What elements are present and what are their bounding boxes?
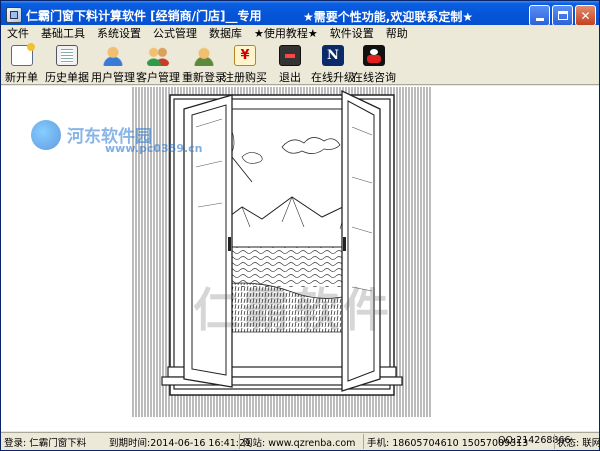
status-separator [554,434,555,449]
minimize-icon [535,18,544,21]
menu-system-settings[interactable]: 系统设置 [91,25,147,41]
new-order-label: 新开单 [5,71,38,84]
online-upgrade-icon: N [322,45,344,66]
online-consult-label: 在线咨询 [352,71,396,84]
menu-tutorial[interactable]: ★使用教程★ [248,25,324,41]
window-slogan: ★需要个性功能,欢迎联系定制★ [303,10,474,24]
qq-penguin-icon [363,45,385,66]
relogin-button[interactable]: 重新登录 [182,41,226,85]
client-management-label: 客户管理 [136,71,180,84]
register-coupon-icon: ¥ [234,45,256,66]
menu-database[interactable]: 数据库 [203,25,248,41]
online-consult-button[interactable]: 在线咨询 [352,41,396,85]
menu-help[interactable]: 帮助 [380,25,414,41]
toolbar: 新开单 历史单据 用户管理 客户管理 重新登录 ¥ 注册购买 退出 N 在线升级 [1,41,599,85]
status-expire: 到期时间:2014-06-16 16:41:21 [109,438,252,449]
new-document-icon [10,43,35,66]
window-title: 仁霸门窗下料计算软件 [经销商/门店]__专用 [26,8,262,23]
status-separator [239,434,240,449]
document-list-icon [56,45,78,66]
users-group-icon [147,45,169,66]
app-window-icon[interactable] [6,7,22,23]
site-logo-icon [31,120,61,150]
relogin-label: 重新登录 [182,71,226,84]
menu-formula[interactable]: 公式管理 [147,25,203,41]
maximize-icon [557,11,568,20]
register-button[interactable]: ¥ 注册购买 [223,41,267,85]
site-watermark: 河东软件园 www.pc0359.cn [31,120,231,160]
minimize-button[interactable] [529,5,550,26]
exit-device-icon [279,45,301,66]
user-icon [102,45,124,66]
history-label: 历史单据 [45,71,89,84]
menu-file[interactable]: 文件 [1,25,35,41]
user-management-label: 用户管理 [91,71,135,84]
client-management-button[interactable]: 客户管理 [136,41,180,85]
online-upgrade-label: 在线升级 [311,71,355,84]
status-state: 状态: 联网 [557,438,600,449]
menu-tools[interactable]: 基础工具 [35,25,91,41]
main-content: 仁霸软件 河东软件园 www.pc0359.cn [1,86,599,431]
status-bar: 登录: 仁霸门窗下料 到期时间:2014-06-16 16:41:21 网站: … [1,432,600,450]
user-login-icon [193,45,215,66]
art-watermark: 仁霸软件 [193,283,393,337]
new-order-button[interactable]: 新开单 [5,41,38,85]
exit-button[interactable]: 退出 [279,41,301,85]
exit-label: 退出 [279,71,301,84]
online-upgrade-button[interactable]: N 在线升级 [311,41,355,85]
close-button[interactable]: ✕ [575,5,596,26]
status-website: 网站: www.qzrenba.com [243,438,356,449]
app-window: 仁霸门窗下料计算软件 [经销商/门店]__专用 ★需要个性功能,欢迎联系定制★ … [0,0,600,451]
history-button[interactable]: 历史单据 [45,41,89,85]
close-icon: ✕ [580,8,591,23]
site-watermark-url: www.pc0359.cn [105,142,203,155]
status-login: 登录: 仁霸门窗下料 [4,438,87,449]
register-label: 注册购买 [223,71,267,84]
menu-bar: 文件 基础工具 系统设置 公式管理 数据库 ★使用教程★ 软件设置 帮助 [1,25,599,41]
user-management-button[interactable]: 用户管理 [91,41,135,85]
maximize-button[interactable] [552,5,573,26]
status-separator [363,434,364,449]
menu-software-settings[interactable]: 软件设置 [324,25,380,41]
